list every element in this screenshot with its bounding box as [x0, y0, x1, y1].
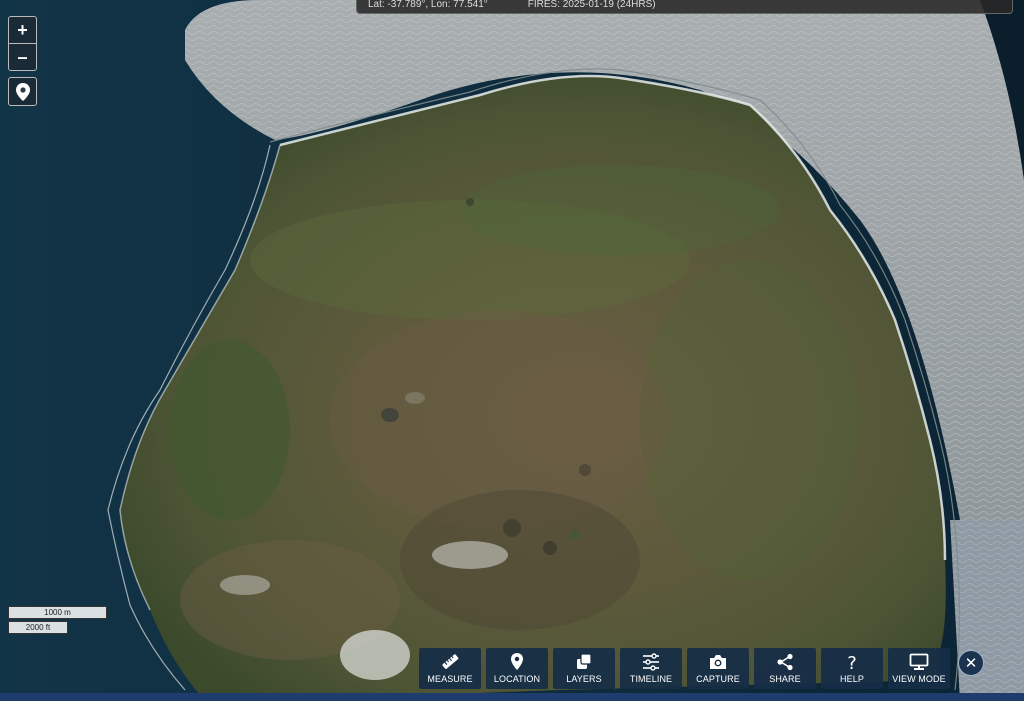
layers-label: LAYERS [566, 674, 602, 684]
map-pin-icon [15, 82, 30, 101]
measure-label: MEASURE [427, 674, 473, 684]
zoom-out-button[interactable]: – [9, 43, 36, 70]
close-toolbar-button[interactable]: ✕ [958, 650, 984, 676]
location-button[interactable]: LOCATION [486, 648, 548, 689]
share-button[interactable]: SHARE [754, 648, 816, 689]
measure-button[interactable]: MEASURE [419, 648, 481, 689]
satellite-map[interactable] [0, 0, 1024, 701]
help-label: HELP [840, 674, 864, 684]
scale-metric: 1000 m [8, 606, 107, 619]
ruler-icon [442, 654, 459, 670]
sliders-icon [643, 653, 659, 671]
layers-button[interactable]: LAYERS [553, 648, 615, 689]
view-mode-label: VIEW MODE [892, 674, 946, 684]
location-label: LOCATION [493, 674, 541, 684]
timeline-label: TIMELINE [629, 674, 673, 684]
monitor-icon [909, 653, 929, 670]
svg-text:?: ? [847, 653, 857, 671]
capture-label: CAPTURE [696, 674, 740, 684]
camera-icon [710, 655, 726, 669]
help-button[interactable]: ? HELP [821, 648, 883, 689]
footer-bar [0, 693, 1024, 701]
capture-button[interactable]: CAPTURE [687, 648, 749, 689]
coordinates-readout: Lat: -37.789°, Lon: 77.541° [368, 0, 488, 10]
status-bar: Lat: -37.789°, Lon: 77.541° FIRES: 2025-… [356, 0, 1013, 14]
bottom-toolbar: MEASURE LOCATION LAYERS TIMELINE CAPTURE [419, 648, 950, 689]
zoom-controls: + – [8, 16, 37, 71]
share-label: SHARE [769, 674, 801, 684]
share-icon [777, 653, 793, 671]
layers-icon [577, 653, 592, 669]
locate-button[interactable] [8, 77, 37, 106]
view-mode-button[interactable]: VIEW MODE [888, 648, 950, 689]
map-imagery [0, 0, 1024, 701]
map-pin-icon [511, 653, 523, 670]
question-icon: ? [847, 653, 857, 671]
fires-date-readout: FIRES: 2025-01-19 (24HRS) [527, 0, 656, 10]
timeline-button[interactable]: TIMELINE [620, 648, 682, 689]
close-icon: ✕ [964, 655, 978, 672]
zoom-in-button[interactable]: + [9, 17, 36, 43]
scale-imperial: 2000 ft [8, 621, 68, 634]
map-scale: 1000 m 2000 ft [8, 606, 107, 634]
